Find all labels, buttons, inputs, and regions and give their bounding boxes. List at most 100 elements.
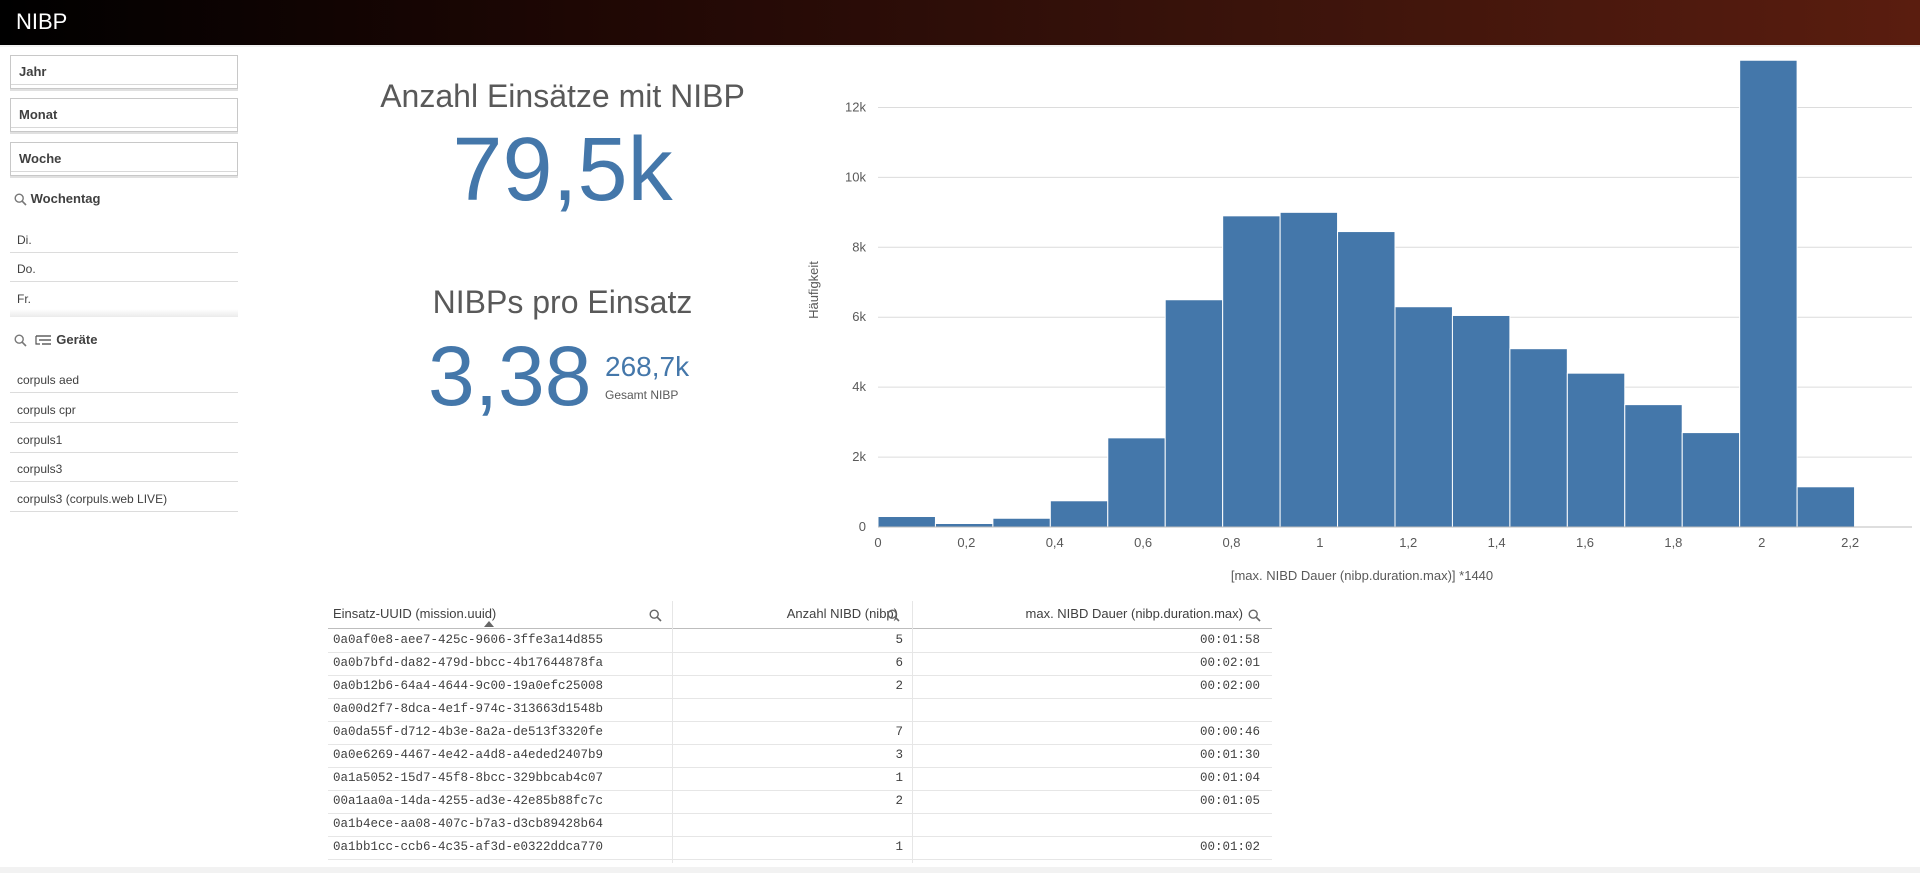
table-row[interactable]: 0a1b4ece-aa08-407c-b7a3-d3cb89428b64 — [328, 813, 1272, 837]
histogram-bar[interactable] — [1624, 404, 1683, 528]
histogram-bar[interactable] — [1337, 231, 1396, 528]
histogram-bar[interactable] — [877, 516, 936, 528]
histogram-bar[interactable] — [1164, 299, 1224, 528]
geraete-title: Geräte — [56, 332, 98, 347]
cell-dauer: 00:01:30 — [1199, 748, 1260, 762]
y-tick-label: 0 — [859, 519, 866, 534]
search-icon[interactable] — [649, 609, 662, 622]
histogram-bar[interactable] — [992, 517, 1051, 528]
cell-dauer: 00:00:46 — [1199, 725, 1260, 739]
cell-dauer — [913, 813, 1260, 836]
cell-dauer: 00:02:01 — [1199, 656, 1260, 670]
x-tick-label: 1,4 — [1488, 535, 1506, 550]
x-tick-label: 1,8 — [1664, 535, 1682, 550]
histogram-bar[interactable] — [1107, 437, 1166, 528]
cell-uuid: 0a1a5052-15d7-45f8-8bcc-329bbcab4c07 — [333, 771, 604, 785]
kpi-einsaetze-title: Anzahl Einsätze mit NIBP — [380, 78, 745, 114]
histogram-bar[interactable] — [1279, 211, 1339, 528]
kpi-pro-einsatz-title: NIBPs pro Einsatz — [432, 284, 693, 320]
cell-anzahl: 7 — [895, 725, 903, 739]
app-title: NIBP — [16, 9, 68, 34]
y-tick-label: 4k — [852, 379, 866, 394]
table-row[interactable]: 0a0b7bfd-da82-479d-bbcc-4b17644878fa 6 00:… — [328, 652, 1272, 676]
table-row[interactable]: 0a0e6269-4467-4e42-a4d8-a4eded2407b9 3 00:… — [328, 744, 1272, 768]
table-row[interactable]: 0a00d2f7-8dca-4e1f-974c-313663d1548b — [328, 698, 1272, 722]
col-header-dauer[interactable]: max. NIBD Dauer (nibp.duration.max) — [913, 601, 1243, 628]
list-item[interactable]: corpuls3 (corpuls.web LIVE) — [10, 483, 238, 512]
x-tick-label: 1,6 — [1576, 535, 1594, 550]
list-item[interactable]: corpuls aed — [10, 364, 238, 393]
table-row[interactable]: 0a0b12b6-64a4-4644-9c00-19a0efc25008 2 00:… — [328, 675, 1272, 699]
list-item[interactable]: Do. — [10, 253, 238, 282]
list-item[interactable]: Di. — [10, 224, 238, 253]
geraete-header[interactable]: Geräte — [14, 332, 97, 347]
y-tick-label: 6k — [852, 309, 866, 324]
list-item[interactable]: Fr. — [10, 283, 238, 312]
histogram-bar[interactable] — [1566, 372, 1626, 528]
histogram-bar[interactable] — [1394, 306, 1453, 528]
y-tick-label: 12k — [845, 99, 866, 114]
cell-dauer: 00:02:00 — [1199, 679, 1260, 693]
wochentag-header[interactable]: Wochentag — [14, 191, 100, 206]
cell-uuid: 0a0b7bfd-da82-479d-bbcc-4b17644878fa — [333, 656, 604, 670]
histogram-chart[interactable]: 0 2k 4k 6k 8k 10k 12k 0 0,2 0,4 0,6 0,8 1 1,2 1,4 1,6 1,… — [800, 50, 1915, 590]
col-header-uuid[interactable]: Einsatz-UUID (mission.uuid) — [333, 601, 496, 628]
cell-anzahl: 3 — [895, 748, 903, 762]
cell-anzahl: 1 — [895, 771, 903, 785]
histogram-bar[interactable] — [934, 523, 994, 528]
table-row[interactable]: 00a1aa0a-14da-4255-ad3e-42e85b88fc7c 2 00:… — [328, 790, 1272, 814]
x-tick-label: 0,4 — [1046, 535, 1064, 550]
drilldown-icon — [35, 335, 51, 345]
cell-dauer: 00:01:04 — [1199, 771, 1260, 785]
search-icon[interactable] — [14, 193, 27, 206]
x-tick-label: 0 — [874, 535, 881, 550]
x-tick-label: 0,6 — [1134, 535, 1152, 550]
x-tick-label: 2 — [1758, 535, 1765, 550]
filter-jahr[interactable]: Jahr — [10, 55, 238, 89]
y-tick-label: 2k — [852, 449, 866, 464]
cell-uuid: 0a00d2f7-8dca-4e1f-974c-313663d1548b — [333, 702, 604, 716]
cell-dauer: 00:01:02 — [1199, 840, 1260, 854]
app-header: NIBP — [0, 0, 1920, 45]
histogram-bar[interactable] — [1451, 314, 1511, 528]
cell-anzahl: 6 — [895, 656, 903, 670]
cell-anzahl: 2 — [895, 679, 903, 693]
kpi-pro-einsatz-value: 3,38 — [428, 329, 592, 423]
filter-jahr-label: Jahr — [19, 64, 47, 79]
search-icon[interactable] — [887, 609, 900, 622]
table-row[interactable]: 0a1a5052-15d7-45f8-8bcc-329bbcab4c07 1 00:… — [328, 767, 1272, 791]
histogram-bar[interactable] — [1222, 215, 1281, 528]
search-icon[interactable] — [1248, 609, 1261, 622]
sort-indicator-icon — [484, 621, 494, 627]
filter-woche[interactable]: Woche — [10, 142, 238, 176]
cell-uuid: 0a0af0e8-aee7-425c-9606-3ffe3a14d855 — [333, 633, 604, 647]
list-item[interactable]: corpuls3 — [10, 453, 238, 482]
cell-anzahl: 2 — [895, 794, 903, 808]
cell-dauer: 00:01:58 — [1199, 633, 1260, 647]
cell-anzahl: 5 — [895, 633, 903, 647]
table-row[interactable]: 0a1bb1cc-ccb6-4c35-af3d-e0322ddca770 1 00:… — [328, 836, 1272, 860]
filter-monat[interactable]: Monat — [10, 98, 238, 132]
table-row[interactable]: 0a0da55f-d712-4b3e-8a2a-de513f3320fe 7 00:… — [328, 721, 1272, 745]
cell-uuid: 0a0e6269-4467-4e42-a4d8-a4eded2407b9 — [333, 748, 604, 762]
histogram-bar[interactable] — [1049, 500, 1109, 528]
x-tick-label: 1 — [1316, 535, 1323, 550]
search-icon[interactable] — [14, 334, 27, 347]
data-table: Einsatz-UUID (mission.uuid) Anzahl NIBD … — [328, 601, 1272, 863]
histogram-bar[interactable] — [1796, 486, 1856, 528]
list-item[interactable]: corpuls1 — [10, 424, 238, 453]
x-tick-label: 2,2 — [1841, 535, 1859, 550]
histogram-bar[interactable] — [1681, 432, 1741, 528]
histogram-bar[interactable] — [1509, 348, 1568, 528]
cell-dauer: 00:01:05 — [1199, 794, 1260, 808]
list-item[interactable]: corpuls cpr — [10, 394, 238, 423]
cell-uuid: 0a1bb1cc-ccb6-4c35-af3d-e0322ddca770 — [333, 840, 604, 854]
filter-monat-label: Monat — [19, 107, 58, 122]
cell-anzahl — [673, 813, 903, 836]
col-header-anzahl[interactable]: Anzahl NIBD (nibp) — [673, 601, 898, 628]
histogram-bar[interactable] — [1739, 59, 1798, 528]
x-axis-label: [max. NIBD Dauer (nibp.duration.max)] *1… — [1231, 568, 1493, 583]
list-scroll-fade — [10, 309, 238, 317]
table-row[interactable]: 0a0af0e8-aee7-425c-9606-3ffe3a14d855 5 00:… — [328, 629, 1272, 653]
x-tick-label: 0,8 — [1222, 535, 1240, 550]
